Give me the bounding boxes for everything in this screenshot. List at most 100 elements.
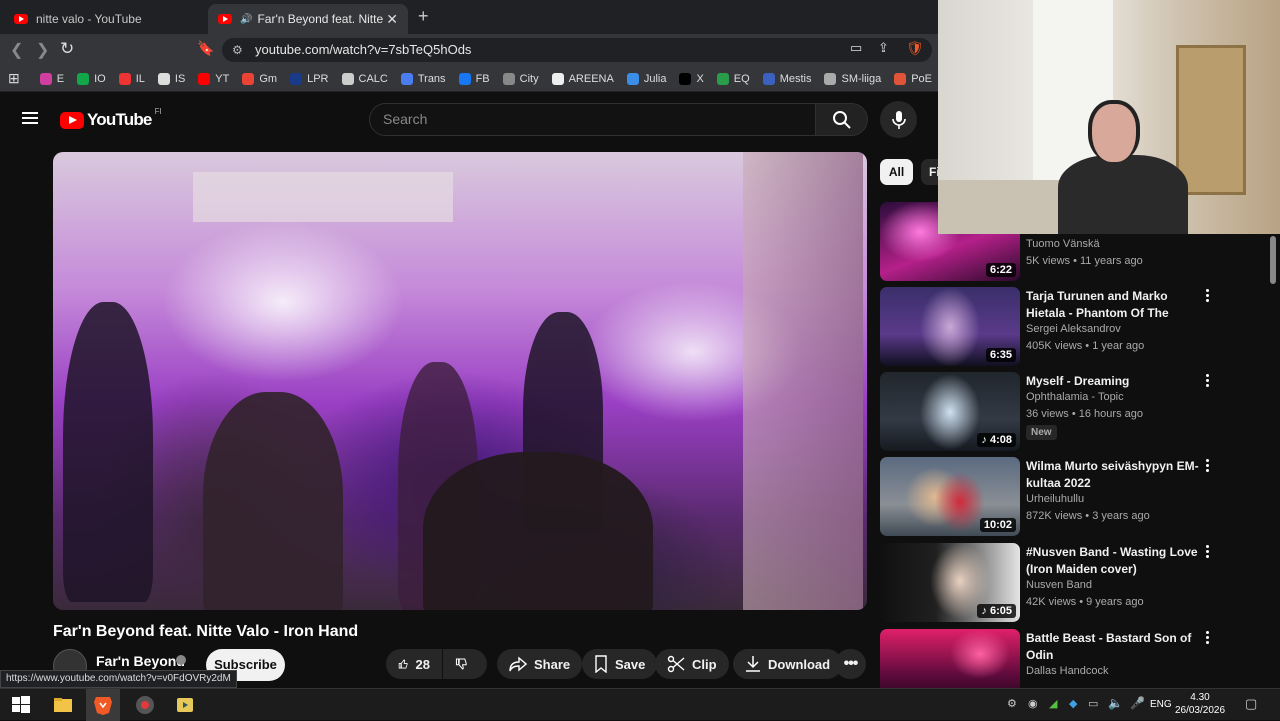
bookmark-item[interactable]: Trans [400,72,446,85]
close-tab-icon[interactable]: ✕ [386,11,398,28]
tab-farn-beyond[interactable]: 🔊 Far'n Beyond feat. Nitte Valo ✕ [208,4,408,34]
microphone-tray-icon[interactable]: 🎤 [1130,696,1145,710]
rec-meta: 42K views • 9 years ago [1026,596,1144,608]
more-actions-button[interactable]: ••• [835,649,866,679]
volume-icon[interactable]: 🔈 [1108,696,1123,710]
bookmark-label: EQ [733,72,750,85]
bookmark-item[interactable]: PoE [894,72,932,85]
media-player-icon[interactable] [174,694,196,716]
bookmark-item[interactable]: YT [198,72,229,85]
video-thumbnail[interactable]: ♪ 6:05 [880,543,1020,622]
webcam-person [1058,100,1188,234]
bookmark-favicon-icon [290,72,303,85]
tray-app-icon[interactable]: ◉ [1028,697,1038,710]
channel-name[interactable]: Far'n Beyond [96,653,185,669]
bookmark-item[interactable]: CALC [341,72,388,85]
bookmark-item[interactable]: IL [118,72,145,85]
list-item[interactable]: Battle Beast - Bastard Son of Odin Dalla… [880,629,1265,688]
bookmark-label: City [519,72,539,85]
video-thumbnail[interactable]: 6:35 [880,287,1020,366]
forward-icon[interactable]: ❯ [36,40,49,60]
reload-icon[interactable]: ↻ [60,39,74,59]
bookmark-item[interactable]: EQ [716,72,750,85]
save-button[interactable]: Save [582,649,658,679]
bookmark-item[interactable]: Mestis [762,72,811,85]
share-button[interactable]: Share [497,649,583,679]
rec-channel: Nusven Band [1026,579,1093,591]
scissors-icon [667,655,685,673]
search-button[interactable] [816,103,868,136]
bookmark-favicon-icon [824,72,837,85]
apps-grid-icon[interactable]: ⊞ [8,70,20,87]
like-button[interactable]: 28 [386,649,442,679]
bookmark-icon[interactable]: 🔖 [197,40,214,57]
bookmark-item[interactable]: SM-liiga [824,72,881,85]
bookmark-favicon-icon [551,72,564,85]
audience-figure [423,452,653,610]
display-icon[interactable]: ▭ [1088,697,1098,710]
list-item[interactable]: ♪ 4:08 Myself - Dreaming Ophthalamia - T… [880,372,1265,452]
search-input[interactable]: Search [369,103,816,136]
bookmark-item[interactable]: AREENA [551,72,614,85]
bookmark-label: IS [174,72,186,85]
video-thumbnail[interactable]: 10:02 [880,457,1020,536]
video-player[interactable] [53,152,867,610]
download-button[interactable]: Download [733,649,843,679]
list-item[interactable]: 10:02 Wilma Murto seiväshypyn EM-kultaa … [880,457,1265,537]
bookmark-item[interactable]: IS [157,72,186,85]
bookmark-favicon-icon [242,72,255,85]
stage-curtain [743,152,863,610]
new-tab-button[interactable]: + [418,6,429,27]
dislike-button[interactable] [443,649,487,679]
thumbs-up-icon [398,659,408,669]
back-icon[interactable]: ❮ [10,40,23,60]
chrome-like-app-icon[interactable] [134,694,156,716]
bookmark-favicon-icon [341,72,354,85]
bookmark-item[interactable]: Gm [242,72,277,85]
bookmark-item[interactable]: X [679,72,704,85]
bookmark-item[interactable]: Julia [626,72,666,85]
bookmark-label: LPR [307,72,329,85]
file-explorer-icon[interactable] [52,694,74,716]
language-indicator[interactable]: ENG [1150,699,1172,710]
clip-label: Clip [692,656,717,672]
network-icon[interactable]: ⚙ [1007,697,1017,710]
security-icon[interactable]: ◆ [1069,697,1077,710]
bookmark-label: Trans [417,72,446,85]
list-item[interactable]: 6:35 Tarja Turunen and Marko Hietala - P… [880,287,1265,367]
clip-button[interactable]: Clip [655,649,729,679]
more-vertical-icon[interactable] [1205,545,1209,559]
bookmark-item[interactable]: City [502,72,539,85]
system-clock[interactable]: 4.30 26/03/2026 [1170,691,1230,717]
thumbs-down-icon [455,658,467,670]
share-icon[interactable]: ⇪ [878,40,889,56]
video-thumbnail[interactable] [880,629,1020,688]
url-field[interactable]: ⚙ youtube.com/watch?v=7sbTeQ5hOds [222,38,932,62]
scrollbar-track[interactable] [1269,233,1277,688]
rec-channel: Dallas Handcock [1026,665,1109,677]
list-item[interactable]: ♪ 6:05 #Nusven Band - Wasting Love (Iron… [880,543,1265,623]
windows-start-icon[interactable] [10,694,32,716]
site-settings-icon[interactable]: ⚙ [232,38,243,62]
cast-icon[interactable]: ▭ [850,40,862,56]
menu-icon[interactable] [22,112,38,124]
more-vertical-icon[interactable] [1205,459,1209,473]
brave-shield-icon[interactable]: 🛡 [906,40,924,57]
more-vertical-icon[interactable] [1205,631,1209,645]
nvidia-icon[interactable]: ◢ [1049,697,1057,710]
bookmark-item[interactable]: FB [458,72,490,85]
bookmark-item[interactable]: IO [77,72,106,85]
bookmark-item[interactable]: E [39,72,64,85]
notification-icon[interactable]: ▢ [1245,696,1257,712]
bookmark-item[interactable]: LPR [290,72,329,85]
video-thumbnail[interactable]: ♪ 4:08 [880,372,1020,451]
tab-nitte-valo[interactable]: nitte valo - YouTube [4,4,204,34]
voice-search-button[interactable] [880,101,917,138]
scrollbar-thumb[interactable] [1270,236,1276,284]
more-vertical-icon[interactable] [1205,374,1209,388]
youtube-logo[interactable]: YouTube FI [60,107,162,130]
duration-badge: ♪ 4:08 [977,433,1016,447]
chip-all[interactable]: All [880,159,913,185]
brave-browser-icon[interactable] [92,694,114,716]
more-vertical-icon[interactable] [1205,289,1209,303]
